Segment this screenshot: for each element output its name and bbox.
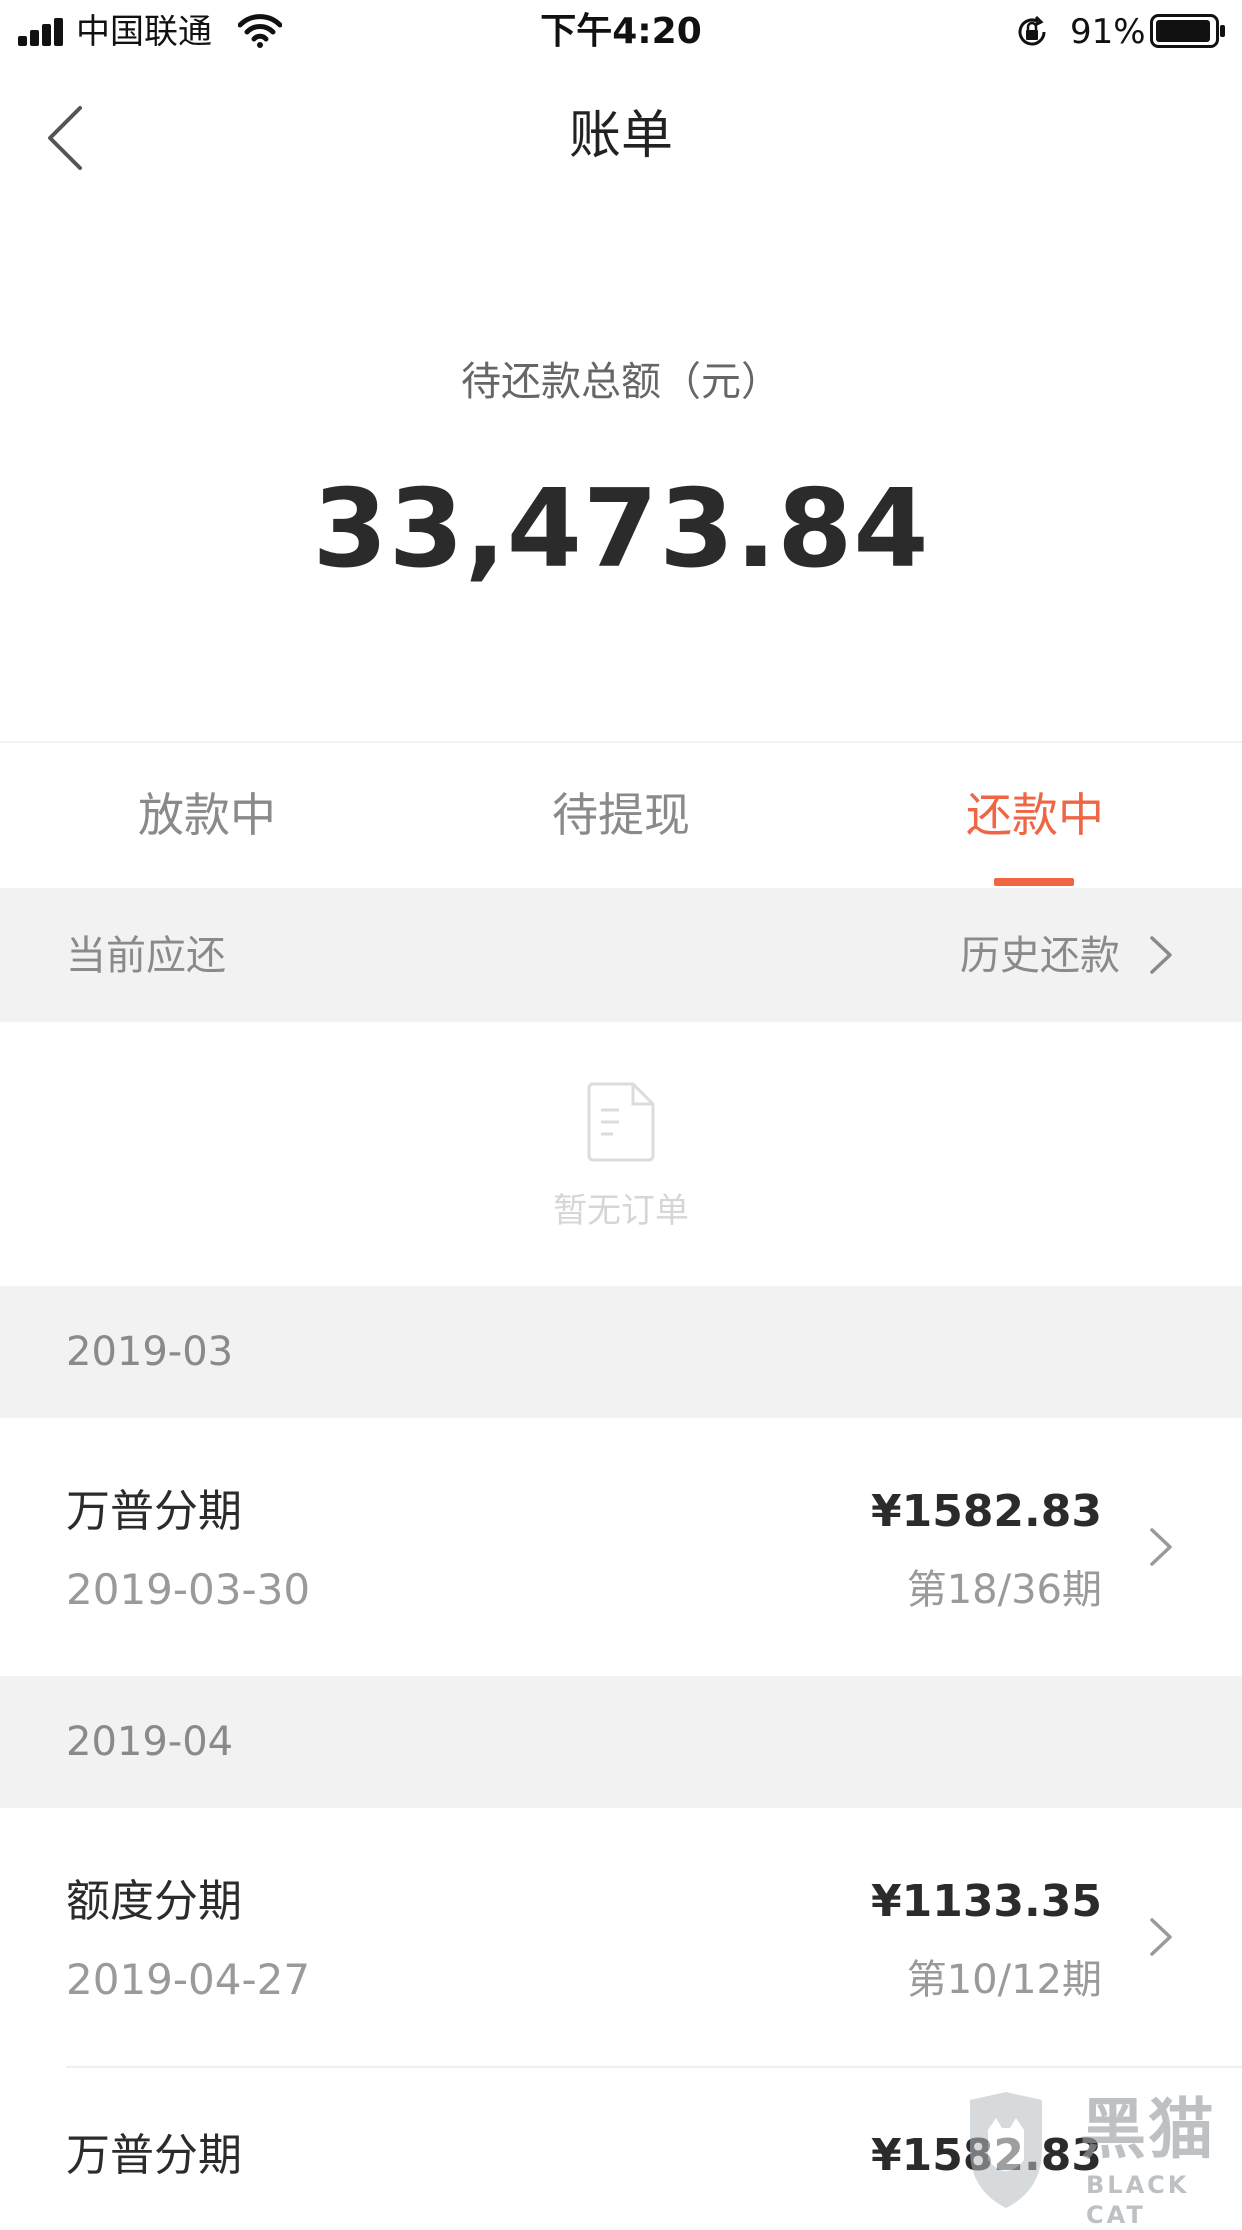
watermark-text-en: BLACK CAT [1086,2171,1190,2229]
chevron-right-icon [1150,1528,1172,1566]
bill-name: 万普分期 [66,2130,242,2181]
total-due-amount: 33,473.84 [312,467,930,592]
chevron-right-icon [1150,1918,1172,1956]
tab-pending-withdrawal[interactable]: 待提现 [414,780,828,850]
active-tab-indicator [994,878,1074,886]
tab-repaying[interactable]: 还款中 [828,780,1242,850]
month-label: 2019-03 [66,1329,234,1375]
bill-period: 第10/12期 [906,1957,1102,2003]
current-due-label: 当前应还 [66,933,226,979]
page-title: 账单 [568,106,673,166]
bill-date: 2019-03-30 [66,1565,311,1614]
tab-lending[interactable]: 放款中 [0,780,414,850]
bill-item[interactable]: 万普分期 2019-03-30 ¥1582.83 第18/36期 [0,1418,1242,1676]
history-repayment-link[interactable]: 历史还款 [960,926,1120,986]
divider [0,741,1242,743]
watermark-text-cn: 黑猫 [1080,2091,1216,2168]
month-header: 2019-03 [0,1286,1242,1418]
bill-name: 万普分期 [66,1486,242,1537]
current-due-header: 当前应还 历史还款 [0,888,1242,1022]
month-label: 2019-04 [66,1719,234,1765]
bill-name: 额度分期 [66,1876,242,1927]
bill-amount: ¥1133.35 [870,1876,1102,1927]
total-due-label: 待还款总额（元） [461,359,781,405]
rotation-lock-icon [1018,15,1046,46]
bill-date: 2019-04-27 [66,1955,311,2004]
clock-time: 下午4:20 [540,11,702,52]
bill-amount: ¥1582.83 [870,1486,1102,1537]
battery-icon [1150,14,1225,48]
document-icon [587,1082,655,1162]
bill-item[interactable]: 额度分期 2019-04-27 ¥1133.35 第10/12期 [0,1808,1242,2066]
battery-percent: 91% [1070,12,1146,52]
chevron-right-icon[interactable] [1146,932,1176,978]
bill-period: 第18/36期 [906,1567,1102,1613]
empty-state-text: 暂无订单 [553,1191,689,1231]
status-bar: 中国联通 下午4:20 91% [0,0,1242,64]
month-header: 2019-04 [0,1676,1242,1808]
